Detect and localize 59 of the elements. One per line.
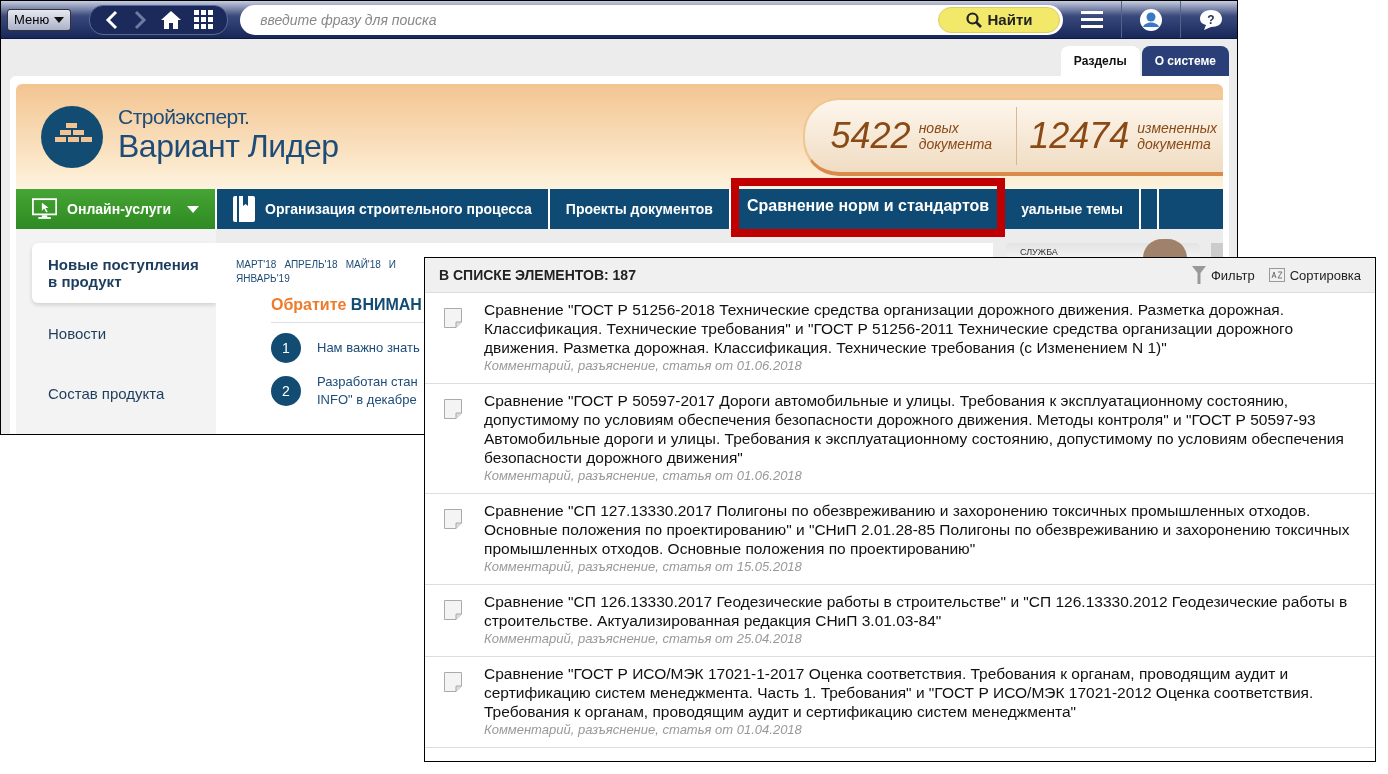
section-tab[interactable]: Разделы [1060,46,1140,76]
book-icon [233,196,255,222]
grid-icon[interactable] [194,10,214,29]
sort-icon [1268,268,1285,282]
caret-icon [187,205,199,213]
stat-count: 5422 [830,114,911,157]
number-badge: 2 [271,376,301,406]
filter-button[interactable]: Фильтр [1191,265,1255,285]
sidebar-item[interactable]: Новые поступления в продукт [32,243,216,303]
bricks-logo-icon [41,105,103,168]
document-link[interactable]: Сравнение "ГОСТ Р ИСО/МЭК 17021-1-2017 Оценка соответствия. Требования к органам, проводящим аудит и сертификацию систем менеджмента. Часть 1. Требования" и "ГОСТ Р ИСО/МЭК 17021-2012 Оценка соответствия. Требования к органам, проводящим аудит и сертификацию систем менеджмента" [484,664,1365,721]
month-link[interactable]: И [388,259,397,270]
help-icon[interactable]: ? [1199,8,1223,31]
search-field[interactable]: введите фразу для поиска Найти [240,4,1063,35]
document-meta: Комментарий, разъяснение, статья от 01.06.2018 [484,357,803,374]
document-meta: Комментарий, разъяснение, статья от 01.06.2018 [484,467,803,484]
document-link[interactable]: Сравнение "СП 127.13330.2017 Полигоны по обезвреживанию и захоронению токсичных промышленных отходов. Основные положения по проектированию" и "СНиП 2.01.28-85 Полигоны по обезвреживанию и захоронению токсичных промышленных отходов. Основные положения по проектированию" [484,501,1365,558]
nav-item[interactable]: Сравнение норм и стандартов [731,178,1006,237]
stat-count: 12474 [1029,114,1130,157]
menu-button[interactable]: Меню [7,8,72,31]
search-button[interactable]: Найти [938,6,1060,33]
document-meta: Комментарий, разъяснение, статья от 25.04.2018 [484,630,803,647]
monitor-cursor-icon [32,197,58,221]
document-meta: Комментарий, разъяснение, статья от 15.05.2018 [484,558,803,575]
caret-icon [54,16,65,23]
month-link[interactable]: ЯНВАРЬ'19 [236,273,290,284]
user-icon[interactable] [1140,8,1162,31]
document-link[interactable]: Сравнение "СП 126.13330.2017 Геодезические работы в строительстве" и "СП 126.13330.2012 Геодезические работы в строительстве. Актуализированная редакция СНиП 3.01.03-84" [484,592,1365,630]
document-icon [444,600,462,620]
search-icon [965,11,982,28]
document-link[interactable]: Сравнение "ГОСТ Р 50597-2017 Дороги автомобильные и улицы. Требования к эксплуатационному состоянию, допустимому по условиям обеспечения безопасности дорожного движения. Методы контроля" и "ГОСТ Р 50597-93 Автомобильные дороги и улицы. Требования к эксплуатационному состоянию, допустимому по условиям обеспечения безопасности дорожного движения" [484,391,1365,467]
product-title: Вариант Лидер [118,128,339,163]
product-brand: Стройэксперт. [118,104,251,129]
notice-text: Разработан стан [317,373,418,391]
service-title: СЛУЖБА [1020,247,1058,257]
home-icon[interactable] [160,9,183,30]
month-link[interactable]: АПРЕЛЬ'18 [284,259,338,270]
sidebar-item[interactable]: Новости [32,303,216,363]
notice-text: Нам важно знать [317,339,420,357]
document-icon [444,509,462,529]
document-meta: Комментарий, разъяснение, статья от 01.04.2018 [484,721,803,738]
section-tab[interactable]: О системе [1141,46,1229,76]
document-icon [444,308,462,328]
month-link[interactable]: МАРТ'18 [236,259,277,270]
document-icon [444,399,462,419]
funnel-icon [1191,265,1206,285]
stat-label: новых документа [918,119,993,152]
month-link[interactable]: МАЙ'18 [345,259,381,270]
forward-icon[interactable] [132,9,149,30]
menu-icon[interactable] [1081,10,1103,29]
notice-text: INFO" в декабре [317,391,418,409]
sort-button[interactable]: Сортировка [1268,265,1361,285]
sidebar-item[interactable]: Состав продукта [32,363,216,423]
document-link[interactable]: Сравнение "ГОСТ Р 51256-2018 Технические средства организации дорожного движения. Разметка дорожная. Классификация. Технические требования" и "ГОСТ Р 51256-2011 Технические средства организации дорожного движения. Разметка дорожная. Классификация. Технические требования (с Изменением N 1)" [484,300,1365,357]
number-badge: 1 [271,333,301,363]
document-icon [444,672,462,692]
stat-label: измененных документа [1137,119,1217,152]
list-count: В СПИСКЕ ЭЛЕМЕНТОВ: 187 [439,267,636,283]
nav-item[interactable]: Онлайн-услуги [16,189,217,229]
